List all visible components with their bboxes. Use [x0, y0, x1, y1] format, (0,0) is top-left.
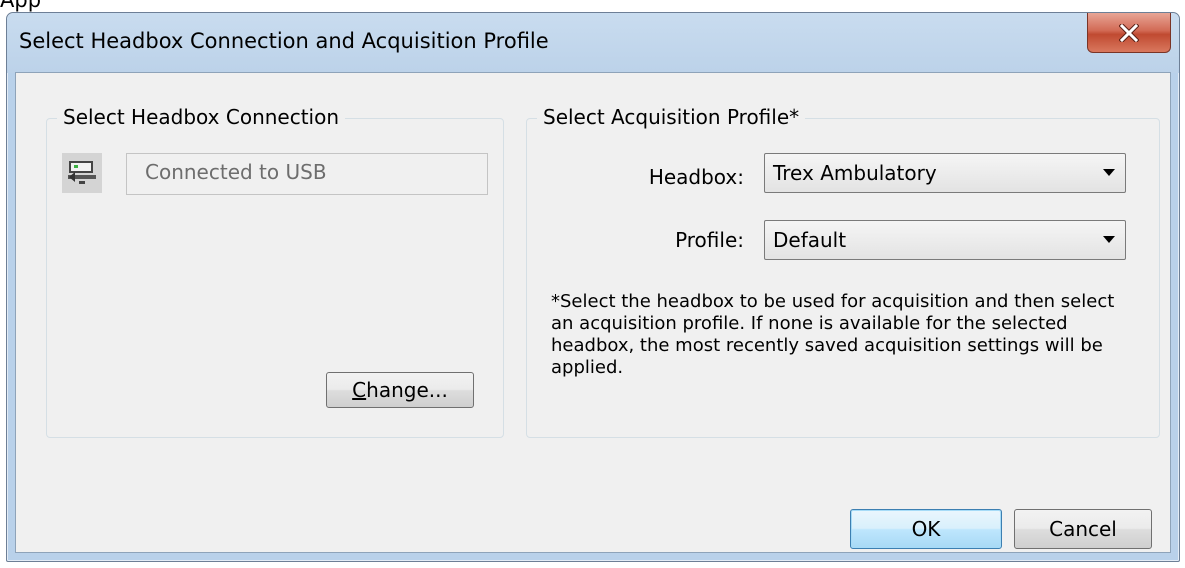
headbox-label: Headbox:: [648, 165, 744, 189]
acquisition-profile-legend: Select Acquisition Profile*: [537, 105, 806, 129]
headbox-select[interactable]: Trex Ambulatory: [764, 153, 1126, 193]
ok-button[interactable]: OK: [850, 509, 1002, 549]
background-app-text: App: [0, 0, 42, 12]
title-bar[interactable]: Select Headbox Connection and Acquisitio…: [7, 13, 1179, 73]
change-button-mnemonic: C: [352, 378, 367, 402]
profile-select[interactable]: Default: [764, 220, 1126, 260]
change-button-label: hange...: [366, 378, 448, 402]
profile-select-value: Default: [773, 228, 847, 252]
chevron-down-icon: [1103, 169, 1115, 176]
close-button[interactable]: [1087, 13, 1171, 53]
acquisition-profile-note: *Select the headbox to be used for acqui…: [551, 291, 1115, 378]
dialog-window: Select Headbox Connection and Acquisitio…: [6, 12, 1180, 562]
usb-connection-icon: [62, 153, 102, 193]
close-icon: [1119, 23, 1139, 42]
chevron-down-icon: [1103, 236, 1115, 243]
headbox-connection-legend: Select Headbox Connection: [57, 105, 346, 129]
headbox-select-value: Trex Ambulatory: [773, 161, 937, 185]
profile-label: Profile:: [675, 228, 744, 252]
change-button[interactable]: Change...: [326, 372, 474, 408]
cancel-button[interactable]: Cancel: [1014, 509, 1152, 549]
window-title: Select Headbox Connection and Acquisitio…: [19, 29, 549, 53]
connection-status-field: Connected to USB: [126, 153, 488, 195]
